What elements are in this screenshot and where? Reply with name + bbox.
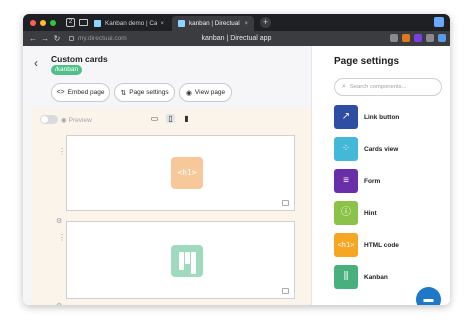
info-icon: ⓘ [334,201,358,225]
maximize-window-button[interactable] [50,19,56,26]
drag-handle-icon[interactable]: ⋮ [58,234,66,242]
search-input[interactable] [349,84,436,90]
view-page-label: View page [194,89,226,96]
gear-icon[interactable]: ⚙ [56,302,62,305]
eye-icon: ◉ [61,117,67,124]
reload-button[interactable]: ↻ [51,34,63,43]
preview-label-group: ◉ Preview [61,116,92,125]
browser-toolbar: ← → ↻ my.directual.com kanban | Directua… [23,31,450,46]
component-label: HTML code [364,241,399,249]
preview-toggle[interactable] [40,115,58,124]
close-tab-icon[interactable]: × [160,21,164,27]
embed-page-label: Embed page [67,89,105,96]
tab-kanban-app[interactable]: kanban | Directual app × [172,16,254,31]
component-label: Hint [364,209,377,217]
panel-divider [311,46,312,305]
search-icon: ⌕ [342,83,346,90]
page-settings-label: Page settings [129,89,169,96]
tab-kanban-demo[interactable]: Kanban demo | Cards-in × [88,16,170,31]
tablet-icon[interactable]: ▯ [166,114,175,123]
directual-favicon-icon [178,20,185,27]
minimize-window-button[interactable] [40,19,46,26]
chat-button[interactable]: ▬ [416,287,441,305]
profile-icon[interactable] [434,17,444,27]
chat-bubble-icon: ▬ [423,294,434,305]
cards-icon: ⁘ [334,137,358,161]
forward-button[interactable]: → [39,34,51,43]
form-icon: ≡ [334,169,358,193]
component-label: Form [364,177,381,185]
close-window-button[interactable] [30,19,36,26]
back-button[interactable]: ← [27,34,39,43]
drag-handle-icon[interactable]: ⋮ [58,148,66,156]
h1-component-placeholder[interactable]: <h1> [171,157,203,189]
extension-icons [390,34,446,42]
lock-icon [69,36,74,41]
h1-icon: <h1> [334,233,358,257]
component-label: Link button [364,113,400,121]
arrow-icon: ↗ [334,105,358,129]
window-controls [30,19,56,26]
page-editor: ‹ Custom cards /kanban <> Embed page ⇅ P… [23,46,311,305]
url-text: my.directual.com [78,35,127,42]
download-icon[interactable] [438,34,446,42]
component-label: Cards view [364,145,399,153]
page-name: Custom cards [51,54,108,64]
directual-favicon-icon [94,20,101,27]
app-area: ‹ Custom cards /kanban <> Embed page ⇅ P… [23,46,450,305]
back-arrow-icon[interactable]: ‹ [34,56,38,70]
kanban-component-placeholder[interactable] [171,245,203,277]
component-hint[interactable]: ⓘ Hint [334,201,377,225]
tab-count-icon[interactable]: 2 [66,18,75,27]
kanban-bar [179,252,184,270]
close-tab-icon[interactable]: × [244,21,248,27]
layout-icon[interactable] [282,200,289,206]
section-block-header[interactable]: <h1> [66,135,295,211]
gear-icon[interactable]: ⚙ [56,217,62,225]
eye-icon: ◉ [185,89,192,97]
kanban-icon: ⫼ [334,265,358,289]
tab-strip: 2 Kanban demo | Cards-in × kanban | Dire… [23,14,450,31]
component-label: Kanban [364,273,388,281]
component-form[interactable]: ≡ Form [334,169,380,193]
component-cards-view[interactable]: ⁘ Cards view [334,137,398,161]
new-tab-button[interactable]: + [260,17,271,28]
desktop-icon[interactable]: ▭ [150,114,159,123]
component-link-button[interactable]: ↗ Link button [334,105,399,129]
sliders-icon: ⇅ [120,89,127,97]
address-bar[interactable]: my.directual.com [69,35,127,42]
kanban-bar [191,252,196,274]
device-switcher: ▭ ▯ ▮ [150,114,191,123]
share-icon[interactable] [426,34,434,42]
preview-label: Preview [68,116,92,124]
bookmark-icon[interactable] [390,34,398,42]
view-page-button[interactable]: ◉ View page [179,83,232,102]
panel-title: Page settings [334,56,400,67]
embed-page-button[interactable]: <> Embed page [51,83,110,102]
metamask-icon[interactable] [402,34,410,42]
layout-icon[interactable] [282,288,289,294]
route-badge[interactable]: /kanban [51,65,83,75]
folder-icon[interactable] [79,19,88,26]
extension-v-icon[interactable] [414,34,422,42]
page-settings-panel: Page settings ⌕ ↗ Link button ⁘ Cards vi… [319,46,450,305]
section-block-kanban[interactable] [66,221,295,299]
tab-label: Kanban demo | Cards-in [105,20,158,27]
component-kanban[interactable]: ⫼ Kanban [334,265,388,289]
mobile-icon[interactable]: ▮ [182,114,191,123]
page-settings-button[interactable]: ⇅ Page settings [114,83,175,102]
kanban-bar [185,252,190,264]
component-search[interactable]: ⌕ [334,78,442,96]
component-html-code[interactable]: <h1> HTML code [334,233,399,257]
browser-window: 2 Kanban demo | Cards-in × kanban | Dire… [23,14,450,305]
code-icon: <> [56,89,65,96]
tab-label: kanban | Directual app [189,20,241,27]
